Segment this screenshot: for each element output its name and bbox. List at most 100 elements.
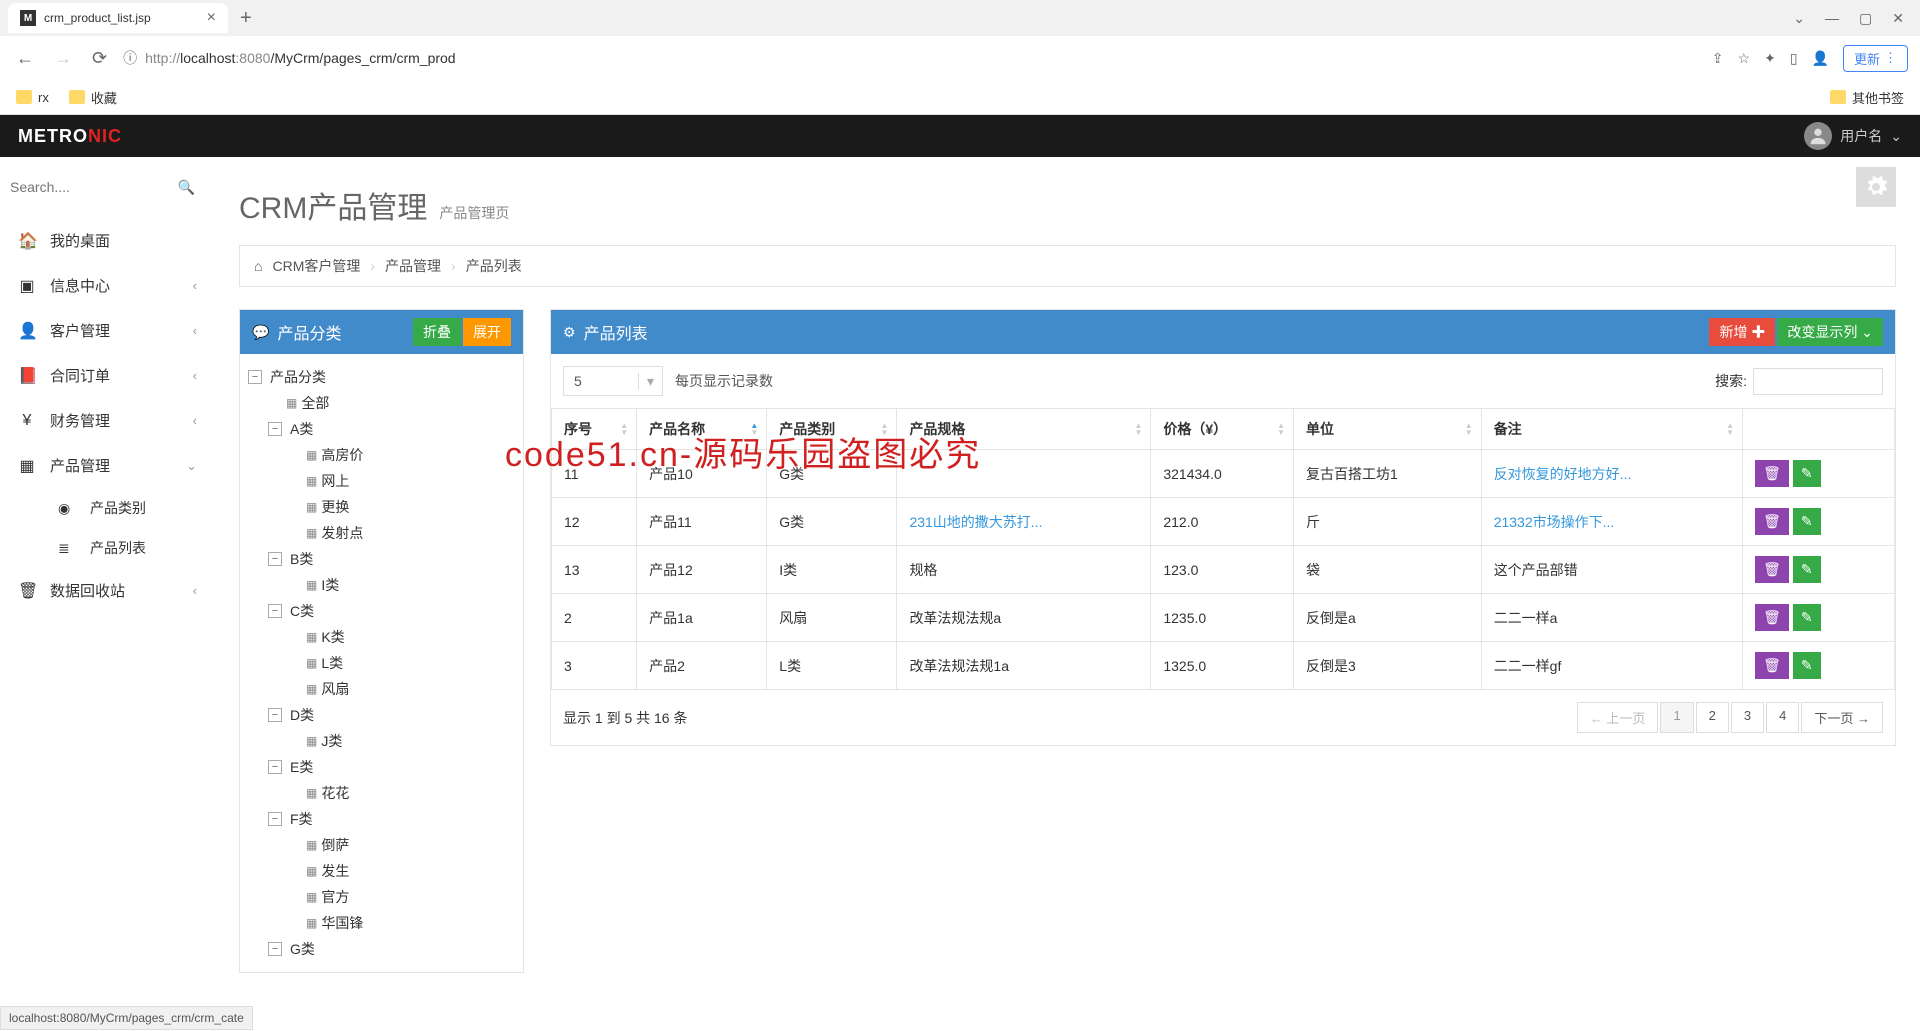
page-button[interactable]: ← 上一页 <box>1577 702 1659 733</box>
page-button[interactable]: 下一页 → <box>1801 702 1883 733</box>
tree-toggle-icon[interactable]: − <box>268 942 282 956</box>
column-header[interactable]: 产品规格▲▼ <box>897 409 1151 450</box>
delete-button[interactable]: 🗑 <box>1755 652 1789 679</box>
back-button[interactable]: ← <box>12 44 38 73</box>
column-header[interactable]: 价格（¥）▲▼ <box>1151 409 1294 450</box>
tree-node[interactable]: ▦I类 <box>288 572 515 598</box>
page-button[interactable]: 4 <box>1766 702 1799 733</box>
bookmark-rx[interactable]: rx <box>16 90 49 105</box>
collapse-button[interactable]: 折叠 <box>413 318 461 346</box>
tree-node[interactable]: ▦更换 <box>288 494 515 520</box>
column-header[interactable] <box>1743 409 1895 450</box>
edit-button[interactable]: ✎ <box>1793 460 1821 487</box>
reload-button[interactable]: ⟳ <box>88 44 111 73</box>
delete-button[interactable]: 🗑 <box>1755 460 1789 487</box>
tree-node[interactable]: −B类 <box>268 546 515 572</box>
sidebar-subitem[interactable]: ◉产品类别 <box>40 488 215 528</box>
tree-node[interactable]: ▦网上 <box>288 468 515 494</box>
tree-node[interactable]: −E类 <box>268 754 515 780</box>
delete-button[interactable]: 🗑 <box>1755 604 1789 631</box>
tree-node[interactable]: ▦全部 <box>268 390 515 416</box>
share-icon[interactable]: ⇪ <box>1712 50 1724 67</box>
home-icon[interactable]: ⌂ <box>254 258 262 274</box>
tree-toggle-icon[interactable]: − <box>268 552 282 566</box>
close-icon[interactable]: × <box>207 9 216 27</box>
sidebar-item[interactable]: 👤客户管理‹ <box>0 308 215 353</box>
add-button[interactable]: 新增 ✚ <box>1709 318 1775 346</box>
tree-node[interactable]: −D类 <box>268 702 515 728</box>
breadcrumb-link[interactable]: CRM客户管理 <box>272 256 360 276</box>
star-icon[interactable]: ☆ <box>1738 50 1751 67</box>
column-header[interactable]: 产品名称▲▼ <box>637 409 767 450</box>
search-icon[interactable]: 🔍 <box>178 179 195 196</box>
chevron-down-icon[interactable]: ⌄ <box>1793 10 1805 27</box>
spec-link[interactable]: 231山地的撒大苏打... <box>909 514 1042 530</box>
sidebar-item[interactable]: 🏠我的桌面 <box>0 218 215 263</box>
settings-button[interactable] <box>1856 167 1896 207</box>
tree-node[interactable]: ▦发生 <box>288 858 515 884</box>
tree-toggle-icon[interactable]: − <box>248 370 262 384</box>
tree-node[interactable]: ▦风扇 <box>288 676 515 702</box>
page-button[interactable]: 1 <box>1660 702 1693 733</box>
tree-toggle-icon[interactable]: − <box>268 422 282 436</box>
tree-node[interactable]: ▦华国锋 <box>288 910 515 936</box>
browser-tab[interactable]: M crm_product_list.jsp × <box>8 3 228 33</box>
close-window-button[interactable]: ✕ <box>1892 10 1904 27</box>
other-bookmarks[interactable]: 其他书签 <box>1830 88 1904 107</box>
sidebar-item[interactable]: 🗑数据回收站‹ <box>0 568 215 613</box>
table-search-input[interactable] <box>1753 368 1883 395</box>
column-header[interactable]: 产品类别▲▼ <box>767 409 897 450</box>
delete-button[interactable]: 🗑 <box>1755 508 1789 535</box>
breadcrumb-link[interactable]: 产品管理 <box>385 256 441 276</box>
note-link[interactable]: 21332市场操作下... <box>1494 514 1615 530</box>
bookmark-fav[interactable]: 收藏 <box>69 88 117 107</box>
tree-node[interactable]: ▦K类 <box>288 624 515 650</box>
tree-node[interactable]: ▦花花 <box>288 780 515 806</box>
tree-node[interactable]: ▦官方 <box>288 884 515 910</box>
tree-node[interactable]: −C类 <box>268 598 515 624</box>
tree-node[interactable]: ▦发射点 <box>288 520 515 546</box>
extension-icon[interactable]: ✦ <box>1764 50 1776 67</box>
user-menu[interactable]: 用户名 ⌄ <box>1804 122 1902 150</box>
page-button[interactable]: 3 <box>1731 702 1764 733</box>
edit-button[interactable]: ✎ <box>1793 604 1821 631</box>
tree-node[interactable]: ▦L类 <box>288 650 515 676</box>
column-header[interactable]: 单位▲▼ <box>1294 409 1482 450</box>
info-icon[interactable]: ⓘ <box>123 48 137 68</box>
page-button[interactable]: 2 <box>1696 702 1729 733</box>
column-header[interactable]: 备注▲▼ <box>1481 409 1742 450</box>
sidebar-subitem[interactable]: ≣产品列表 <box>40 528 215 568</box>
edit-button[interactable]: ✎ <box>1793 508 1821 535</box>
search-input[interactable] <box>10 173 199 202</box>
minimize-button[interactable]: — <box>1825 10 1839 27</box>
tree-node[interactable]: −G类 <box>268 936 515 962</box>
tree-node[interactable]: −产品分类 <box>248 364 515 390</box>
sidebar-item[interactable]: 📕合同订单‹ <box>0 353 215 398</box>
tree-node[interactable]: ▦倒萨 <box>288 832 515 858</box>
tree-toggle-icon[interactable]: − <box>268 604 282 618</box>
forward-button[interactable]: → <box>50 44 76 73</box>
sidebar-item[interactable]: ▣信息中心‹ <box>0 263 215 308</box>
tree-node[interactable]: ▦J类 <box>288 728 515 754</box>
sidebar-item[interactable]: ¥财务管理‹ <box>0 398 215 443</box>
edit-button[interactable]: ✎ <box>1793 652 1821 679</box>
page-size-select[interactable]: 5 <box>563 366 663 396</box>
tree-toggle-icon[interactable]: − <box>268 812 282 826</box>
delete-button[interactable]: 🗑 <box>1755 556 1789 583</box>
edit-button[interactable]: ✎ <box>1793 556 1821 583</box>
expand-button[interactable]: 展开 <box>463 318 511 346</box>
profile-icon[interactable]: 👤 <box>1812 50 1829 67</box>
column-header[interactable]: 序号▲▼ <box>552 409 637 450</box>
sidebar-item[interactable]: ▦产品管理⌄ <box>0 443 215 488</box>
maximize-button[interactable]: ▢ <box>1859 10 1872 27</box>
url-box[interactable]: ⓘ http://localhost:8080/MyCrm/pages_crm/… <box>123 48 1700 68</box>
panel-icon[interactable]: ▯ <box>1790 50 1798 67</box>
change-columns-button[interactable]: 改变显示列 ⌄ <box>1777 318 1883 346</box>
new-tab-button[interactable]: + <box>228 7 264 30</box>
tree-node[interactable]: −A类 <box>268 416 515 442</box>
tree-toggle-icon[interactable]: − <box>268 760 282 774</box>
tree-toggle-icon[interactable]: − <box>268 708 282 722</box>
note-link[interactable]: 反对恢复的好地方好... <box>1494 466 1632 482</box>
tree-node[interactable]: −F类 <box>268 806 515 832</box>
tree-node[interactable]: ▦高房价 <box>288 442 515 468</box>
